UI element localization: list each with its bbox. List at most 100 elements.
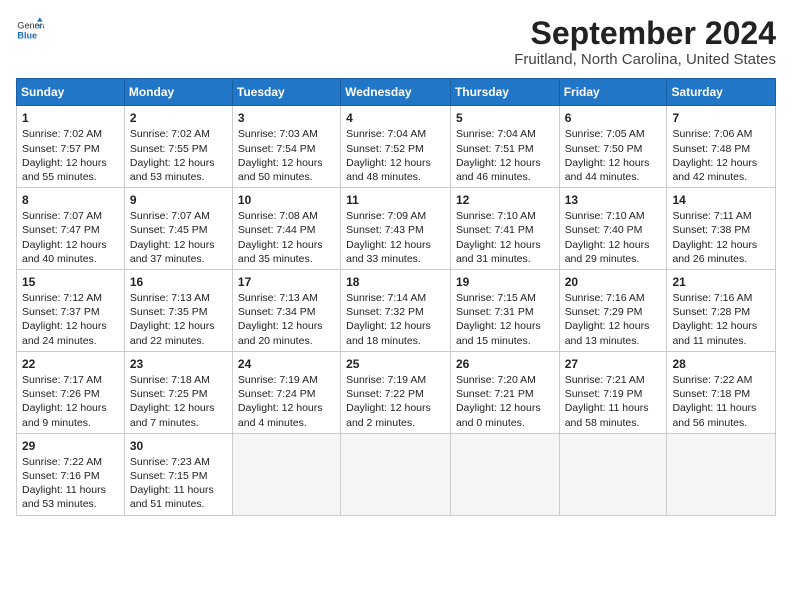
sunset-label: Sunset: 7:41 PM bbox=[456, 224, 534, 236]
day-number: 12 bbox=[456, 192, 555, 208]
calendar-cell bbox=[232, 433, 340, 515]
daylight-label: Daylight: 12 hours and 40 minutes. bbox=[22, 239, 107, 265]
day-number: 7 bbox=[672, 110, 771, 126]
sunset-label: Sunset: 7:28 PM bbox=[672, 306, 750, 318]
sunset-label: Sunset: 7:26 PM bbox=[22, 388, 100, 400]
daylight-label: Daylight: 12 hours and 29 minutes. bbox=[565, 239, 650, 265]
sunset-label: Sunset: 7:29 PM bbox=[565, 306, 643, 318]
calendar-cell: 27Sunrise: 7:21 AMSunset: 7:19 PMDayligh… bbox=[559, 351, 667, 433]
calendar-row: 15Sunrise: 7:12 AMSunset: 7:37 PMDayligh… bbox=[17, 269, 776, 351]
calendar-cell bbox=[667, 433, 776, 515]
daylight-label: Daylight: 12 hours and 2 minutes. bbox=[346, 402, 431, 428]
calendar-cell: 4Sunrise: 7:04 AMSunset: 7:52 PMDaylight… bbox=[341, 106, 451, 188]
daylight-label: Daylight: 12 hours and 53 minutes. bbox=[130, 157, 215, 183]
sunrise-label: Sunrise: 7:22 AM bbox=[672, 374, 752, 386]
day-number: 11 bbox=[346, 192, 446, 208]
daylight-label: Daylight: 12 hours and 7 minutes. bbox=[130, 402, 215, 428]
col-sunday: Sunday bbox=[17, 79, 125, 106]
day-number: 8 bbox=[22, 192, 120, 208]
daylight-label: Daylight: 12 hours and 22 minutes. bbox=[130, 320, 215, 346]
day-number: 15 bbox=[22, 274, 120, 290]
sunrise-label: Sunrise: 7:22 AM bbox=[22, 456, 102, 468]
calendar-cell: 7Sunrise: 7:06 AMSunset: 7:48 PMDaylight… bbox=[667, 106, 776, 188]
sunrise-label: Sunrise: 7:04 AM bbox=[346, 128, 426, 140]
day-number: 27 bbox=[565, 356, 663, 372]
day-number: 16 bbox=[130, 274, 228, 290]
sunset-label: Sunset: 7:37 PM bbox=[22, 306, 100, 318]
daylight-label: Daylight: 12 hours and 50 minutes. bbox=[238, 157, 323, 183]
sunrise-label: Sunrise: 7:04 AM bbox=[456, 128, 536, 140]
sunrise-label: Sunrise: 7:18 AM bbox=[130, 374, 210, 386]
calendar-cell: 15Sunrise: 7:12 AMSunset: 7:37 PMDayligh… bbox=[17, 269, 125, 351]
day-number: 26 bbox=[456, 356, 555, 372]
day-number: 18 bbox=[346, 274, 446, 290]
calendar-cell: 3Sunrise: 7:03 AMSunset: 7:54 PMDaylight… bbox=[232, 106, 340, 188]
calendar-row: 8Sunrise: 7:07 AMSunset: 7:47 PMDaylight… bbox=[17, 188, 776, 270]
daylight-label: Daylight: 12 hours and 31 minutes. bbox=[456, 239, 541, 265]
daylight-label: Daylight: 12 hours and 33 minutes. bbox=[346, 239, 431, 265]
sunrise-label: Sunrise: 7:16 AM bbox=[672, 292, 752, 304]
col-friday: Friday bbox=[559, 79, 667, 106]
calendar-cell: 17Sunrise: 7:13 AMSunset: 7:34 PMDayligh… bbox=[232, 269, 340, 351]
daylight-label: Daylight: 12 hours and 9 minutes. bbox=[22, 402, 107, 428]
col-monday: Monday bbox=[124, 79, 232, 106]
daylight-label: Daylight: 12 hours and 0 minutes. bbox=[456, 402, 541, 428]
day-number: 1 bbox=[22, 110, 120, 126]
calendar-cell: 30Sunrise: 7:23 AMSunset: 7:15 PMDayligh… bbox=[124, 433, 232, 515]
calendar-cell: 13Sunrise: 7:10 AMSunset: 7:40 PMDayligh… bbox=[559, 188, 667, 270]
calendar-cell: 22Sunrise: 7:17 AMSunset: 7:26 PMDayligh… bbox=[17, 351, 125, 433]
sunset-label: Sunset: 7:24 PM bbox=[238, 388, 316, 400]
day-number: 13 bbox=[565, 192, 663, 208]
sunrise-label: Sunrise: 7:13 AM bbox=[238, 292, 318, 304]
calendar-table: Sunday Monday Tuesday Wednesday Thursday… bbox=[16, 78, 776, 515]
sunset-label: Sunset: 7:50 PM bbox=[565, 143, 643, 155]
daylight-label: Daylight: 12 hours and 37 minutes. bbox=[130, 239, 215, 265]
sunrise-label: Sunrise: 7:20 AM bbox=[456, 374, 536, 386]
calendar-cell: 12 Sunrise: 7:10 AM Sunset: 7:41 PM Dayligh… bbox=[450, 188, 559, 270]
sunrise-label: Sunrise: 7:16 AM bbox=[565, 292, 645, 304]
day-number: 10 bbox=[238, 192, 336, 208]
col-thursday: Thursday bbox=[450, 79, 559, 106]
sunrise-label: Sunrise: 7:10 AM bbox=[565, 210, 645, 222]
sunrise-label: Sunrise: 7:09 AM bbox=[346, 210, 426, 222]
sunrise-label: Sunrise: 7:02 AM bbox=[130, 128, 210, 140]
sunrise-label: Sunrise: 7:02 AM bbox=[22, 128, 102, 140]
daylight-label: Daylight: 12 hours and 26 minutes. bbox=[672, 239, 757, 265]
day-number: 2 bbox=[130, 110, 228, 126]
day-number: 17 bbox=[238, 274, 336, 290]
calendar-cell: 1Sunrise: 7:02 AMSunset: 7:57 PMDaylight… bbox=[17, 106, 125, 188]
day-number: 21 bbox=[672, 274, 771, 290]
day-number: 22 bbox=[22, 356, 120, 372]
calendar-row: 22Sunrise: 7:17 AMSunset: 7:26 PMDayligh… bbox=[17, 351, 776, 433]
calendar-cell bbox=[559, 433, 667, 515]
calendar-cell: 21Sunrise: 7:16 AMSunset: 7:28 PMDayligh… bbox=[667, 269, 776, 351]
sunset-label: Sunset: 7:18 PM bbox=[672, 388, 750, 400]
col-saturday: Saturday bbox=[667, 79, 776, 106]
calendar-cell: 10Sunrise: 7:08 AMSunset: 7:44 PMDayligh… bbox=[232, 188, 340, 270]
sunrise-label: Sunrise: 7:19 AM bbox=[346, 374, 426, 386]
day-number: 28 bbox=[672, 356, 771, 372]
calendar-cell: 8Sunrise: 7:07 AMSunset: 7:47 PMDaylight… bbox=[17, 188, 125, 270]
sunset-label: Sunset: 7:19 PM bbox=[565, 388, 643, 400]
sunrise-label: Sunrise: 7:10 AM bbox=[456, 210, 536, 222]
calendar-cell: 23Sunrise: 7:18 AMSunset: 7:25 PMDayligh… bbox=[124, 351, 232, 433]
calendar-cell: 16Sunrise: 7:13 AMSunset: 7:35 PMDayligh… bbox=[124, 269, 232, 351]
sunset-label: Sunset: 7:51 PM bbox=[456, 143, 534, 155]
sunrise-label: Sunrise: 7:07 AM bbox=[22, 210, 102, 222]
day-number: 5 bbox=[456, 110, 555, 126]
sunrise-label: Sunrise: 7:23 AM bbox=[130, 456, 210, 468]
logo: General Blue bbox=[16, 16, 44, 44]
calendar-subtitle: Fruitland, North Carolina, United States bbox=[514, 51, 776, 68]
daylight-label: Daylight: 12 hours and 24 minutes. bbox=[22, 320, 107, 346]
daylight-label: Daylight: 12 hours and 18 minutes. bbox=[346, 320, 431, 346]
svg-text:Blue: Blue bbox=[17, 30, 37, 40]
sunset-label: Sunset: 7:16 PM bbox=[22, 470, 100, 482]
day-number: 29 bbox=[22, 438, 120, 454]
sunset-label: Sunset: 7:44 PM bbox=[238, 224, 316, 236]
calendar-header-row: Sunday Monday Tuesday Wednesday Thursday… bbox=[17, 79, 776, 106]
day-number: 3 bbox=[238, 110, 336, 126]
daylight-label: Daylight: 12 hours and 44 minutes. bbox=[565, 157, 650, 183]
col-wednesday: Wednesday bbox=[341, 79, 451, 106]
day-number: 30 bbox=[130, 438, 228, 454]
sunrise-label: Sunrise: 7:13 AM bbox=[130, 292, 210, 304]
